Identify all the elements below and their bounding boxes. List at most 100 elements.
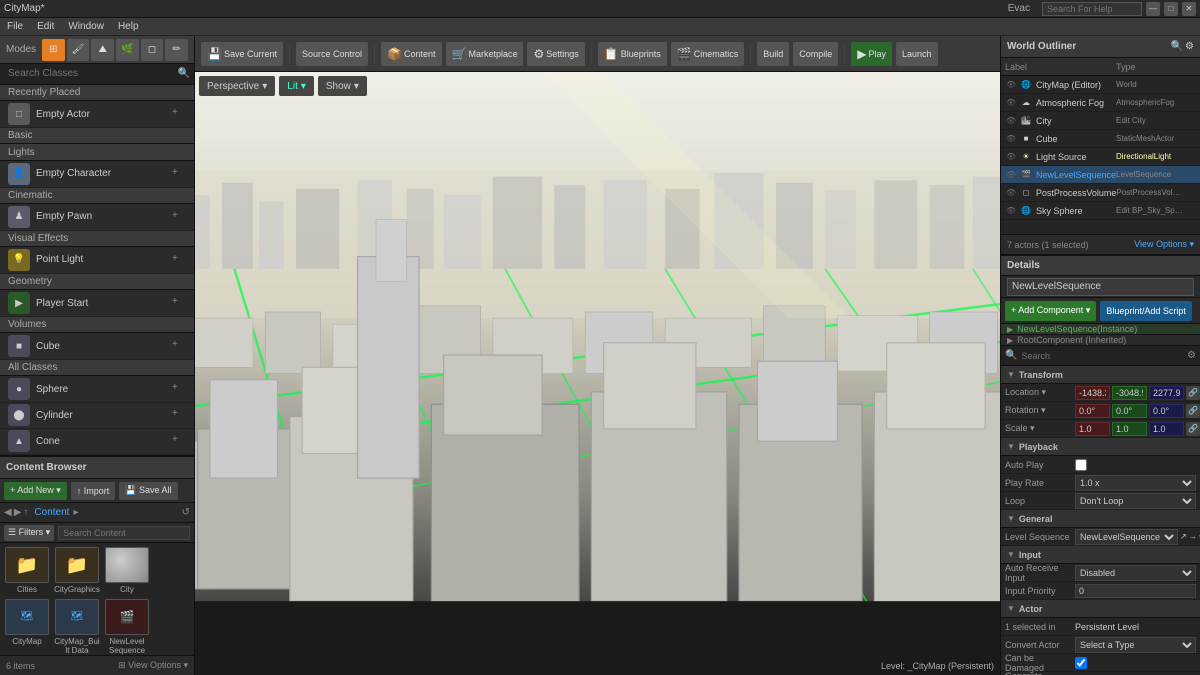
auto-play-checkbox[interactable]: [1075, 459, 1087, 471]
location-z-input[interactable]: [1149, 386, 1184, 400]
outliner-item-newlevelseq[interactable]: 👁 🎬 NewLevelSequence LevelSequence: [1001, 166, 1200, 184]
landscape-mode-btn[interactable]: ⛰: [91, 39, 114, 61]
forward-btn[interactable]: ▶: [14, 507, 22, 518]
paint-mode-btn[interactable]: 🖌: [67, 39, 90, 61]
menu-file[interactable]: File: [4, 21, 26, 32]
placement-item-point-light[interactable]: 💡 Point Light +: [0, 247, 194, 273]
basic-section-header[interactable]: Basic: [0, 128, 194, 145]
outliner-settings-icon[interactable]: ⚙: [1185, 41, 1194, 52]
scale-y-input[interactable]: [1112, 422, 1147, 436]
geometry-section-header[interactable]: Geometry: [0, 274, 194, 291]
all-classes-header[interactable]: All Classes: [0, 360, 194, 377]
close-btn[interactable]: ✕: [1182, 2, 1196, 16]
outliner-item-atm-fog[interactable]: 👁 ☁ Atmospheric Fog AtmosphericFog: [1001, 94, 1200, 112]
placement-item-player-start[interactable]: ▶ Player Start +: [0, 290, 194, 316]
details-search-input[interactable]: [1021, 351, 1187, 361]
marketplace-btn[interactable]: 🛒 Marketplace: [446, 42, 524, 66]
auto-receive-select[interactable]: Disabled: [1075, 565, 1196, 581]
rotation-y-input[interactable]: [1112, 404, 1147, 418]
add-component-btn[interactable]: + Add Component ▾: [1005, 301, 1096, 321]
actor-name-input[interactable]: [1007, 278, 1194, 296]
menu-edit[interactable]: Edit: [34, 21, 57, 32]
back-btn[interactable]: ◀: [4, 507, 12, 518]
lit-btn[interactable]: Lit ▾: [279, 76, 314, 96]
brush-mode-btn[interactable]: ✏: [165, 39, 188, 61]
location-x-input[interactable]: [1075, 386, 1110, 400]
view-options-btn[interactable]: View Options ▾: [1134, 239, 1194, 250]
scale-chain[interactable]: 🔗: [1186, 422, 1200, 436]
view-options-btn[interactable]: ⊞ View Options ▾: [118, 660, 188, 671]
blueprints-btn[interactable]: 📋 Blueprints: [598, 42, 667, 66]
show-btn[interactable]: Show ▾: [318, 76, 367, 96]
outliner-item-sky-sphere[interactable]: 👁 🌐 Sky Sphere Edit BP_Sky_Sp…: [1001, 202, 1200, 220]
input-section-header[interactable]: ▼ Input: [1001, 546, 1200, 564]
outliner-search-icon[interactable]: 🔍: [1171, 41, 1183, 52]
search-classes-input[interactable]: [4, 66, 178, 81]
placement-item-empty-pawn[interactable]: ♟ Empty Pawn +: [0, 204, 194, 230]
cb-refresh[interactable]: ↺: [182, 507, 190, 518]
viewport[interactable]: Perspective ▾ Lit ▾ Show ▾ ⊞ ↻ ✥ 🔒 10: [195, 72, 1000, 675]
maximize-btn[interactable]: □: [1164, 2, 1178, 16]
filters-button[interactable]: ☰ Filters ▾: [4, 525, 54, 541]
can-damaged-checkbox[interactable]: [1075, 657, 1087, 669]
menu-window[interactable]: Window: [65, 21, 107, 32]
input-priority-input[interactable]: [1075, 584, 1196, 598]
actor-section-header[interactable]: ▼ Actor: [1001, 600, 1200, 618]
source-control-btn[interactable]: Source Control: [296, 42, 368, 66]
rotation-x-input[interactable]: [1075, 404, 1110, 418]
lights-section-header[interactable]: Lights: [0, 144, 194, 161]
cb-item-cities[interactable]: 📁 Cities: [4, 547, 50, 595]
place-mode-btn[interactable]: ⊞: [42, 39, 65, 61]
placement-item-empty-actor[interactable]: □ Empty Actor +: [0, 101, 194, 127]
blueprint-add-btn[interactable]: Blueprint/Add Script: [1100, 301, 1192, 321]
compile-btn[interactable]: Compile: [793, 42, 838, 66]
geometry-mode-btn[interactable]: ◻: [141, 39, 164, 61]
outliner-item-light-source[interactable]: 👁 ☀ Light Source DirectionalLight: [1001, 148, 1200, 166]
save-all-button[interactable]: 💾 Save All: [119, 482, 177, 500]
placement-item-cone[interactable]: ▲ Cone +: [0, 429, 194, 455]
cb-item-citymap-built[interactable]: 🗺 CityMap_Built Data: [54, 599, 100, 655]
launch-btn[interactable]: Launch: [896, 42, 938, 66]
up-btn[interactable]: ↑: [23, 507, 28, 518]
cb-item-citygraphics[interactable]: 📁 CityGraphics: [54, 547, 100, 595]
placement-item-cylinder[interactable]: ⬤ Cylinder +: [0, 403, 194, 429]
help-search[interactable]: [1042, 2, 1142, 16]
scale-x-input[interactable]: [1075, 422, 1110, 436]
playback-section-header[interactable]: ▼ Playback: [1001, 438, 1200, 456]
build-btn[interactable]: Build: [757, 42, 789, 66]
cb-item-citymap[interactable]: 🗺 CityMap: [4, 599, 50, 655]
content-path[interactable]: Content: [34, 507, 69, 518]
loop-select[interactable]: Don't Loop: [1075, 493, 1196, 509]
minimize-btn[interactable]: —: [1146, 2, 1160, 16]
scale-z-input[interactable]: [1149, 422, 1184, 436]
foliage-mode-btn[interactable]: 🌿: [116, 39, 139, 61]
placement-item-sphere[interactable]: ● Sphere +: [0, 376, 194, 402]
location-y-input[interactable]: [1112, 386, 1147, 400]
perspective-btn[interactable]: Perspective ▾: [199, 76, 275, 96]
placement-item-empty-character[interactable]: 👤 Empty Character +: [0, 161, 194, 187]
cinematic-section-header[interactable]: Cinematic: [0, 188, 194, 205]
play-rate-select[interactable]: 1.0 x: [1075, 475, 1196, 491]
cb-item-city-asset[interactable]: City: [104, 547, 150, 595]
level-seq-edit-icon[interactable]: ↗: [1180, 532, 1187, 541]
add-new-button[interactable]: + Add New ▾: [4, 482, 67, 500]
volumes-section-header[interactable]: Volumes: [0, 317, 194, 334]
settings-btn[interactable]: ⚙ Settings: [527, 42, 584, 66]
outliner-item-cube[interactable]: 👁 ■ Cube StaticMeshActor: [1001, 130, 1200, 148]
transform-section-header[interactable]: ▼ Transform: [1001, 366, 1200, 384]
convert-actor-select[interactable]: Select a Type: [1075, 637, 1196, 653]
rotation-z-input[interactable]: [1149, 404, 1184, 418]
recently-placed-header[interactable]: Recently Placed: [0, 85, 194, 102]
level-sequence-select[interactable]: NewLevelSequence: [1075, 529, 1178, 545]
visual-effects-header[interactable]: Visual Effects: [0, 231, 194, 248]
outliner-item-citymap[interactable]: 👁 🌐 CityMap (Editor) World: [1001, 76, 1200, 94]
content-btn[interactable]: 📦 Content: [381, 42, 441, 66]
location-chain[interactable]: 🔗: [1186, 386, 1200, 400]
level-seq-arrow-icon[interactable]: →: [1189, 532, 1197, 541]
outliner-item-postprocess[interactable]: 👁 ◻ PostProcessVolume PostProcessVol…: [1001, 184, 1200, 202]
menu-help[interactable]: Help: [115, 21, 142, 32]
cinematics-btn[interactable]: 🎬 Cinematics: [671, 42, 744, 66]
cb-search-input[interactable]: [58, 526, 190, 540]
import-button[interactable]: ↑ Import: [71, 482, 116, 500]
cb-item-newlevel-seq[interactable]: 🎬 NewLevel Sequence: [104, 599, 150, 655]
